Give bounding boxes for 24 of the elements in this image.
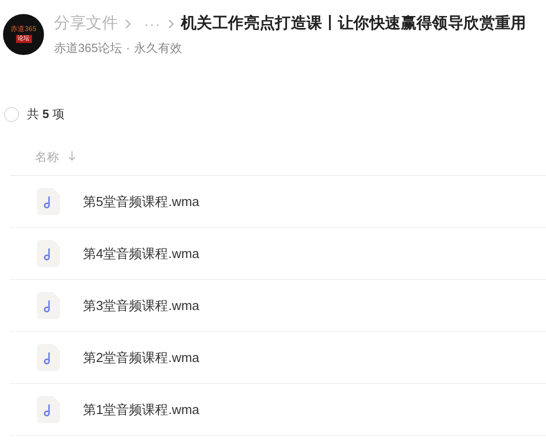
file-name: 第4堂音频课程.wma: [83, 244, 200, 263]
file-name: 第5堂音频课程.wma: [83, 192, 200, 211]
owner-name: 赤道365论坛: [54, 40, 122, 57]
item-count: 共 5 项: [27, 106, 64, 123]
audio-file-icon: [37, 344, 60, 371]
file-row[interactable]: 第2堂音频课程.wma: [10, 332, 546, 384]
share-title: 机关工作亮点打造课丨让你快速赢得领导欣赏重用: [181, 14, 526, 34]
file-row[interactable]: 第5堂音频课程.wma: [10, 176, 546, 228]
audio-file-icon: [37, 396, 60, 423]
select-all-checkbox[interactable]: [4, 106, 19, 122]
validity-text: 永久有效: [134, 40, 182, 57]
audio-file-icon: [37, 188, 60, 215]
file-name: 第1堂音频课程.wma: [83, 400, 200, 419]
chevron-icon: [168, 19, 174, 29]
file-row[interactable]: 第1堂音频课程.wma: [10, 384, 546, 436]
chevron-icon: [125, 19, 131, 29]
file-name: 第2堂音频课程.wma: [83, 348, 200, 367]
audio-file-icon: [37, 292, 60, 319]
file-row[interactable]: 第3堂音频课程.wma: [10, 280, 546, 332]
separator-dot: ·: [126, 40, 130, 57]
sort-down-icon[interactable]: [68, 151, 76, 161]
audio-file-icon: [37, 240, 60, 267]
file-row[interactable]: 第4堂音频课程.wma: [10, 228, 546, 280]
file-name: 第3堂音频课程.wma: [83, 296, 200, 315]
